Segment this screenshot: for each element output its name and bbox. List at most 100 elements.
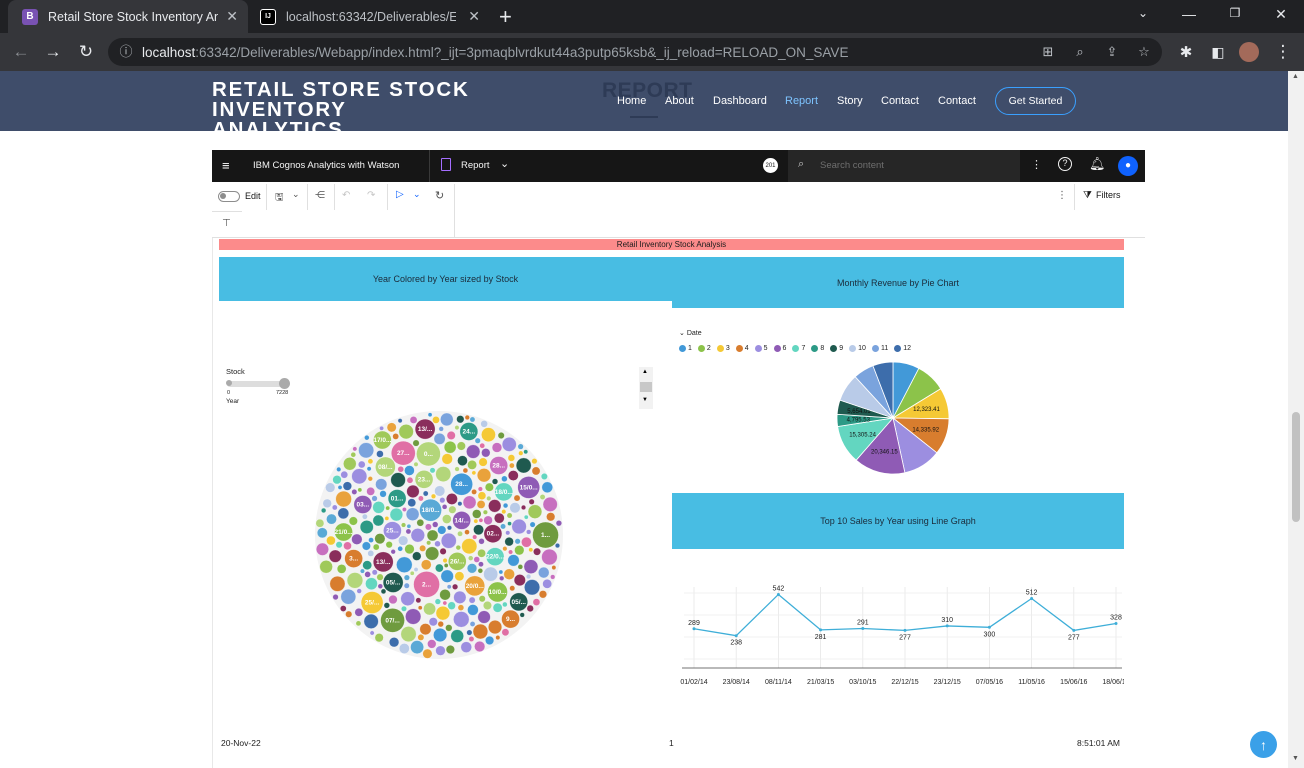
legend-label: 7 [801, 345, 806, 352]
format-painter-icon[interactable]: ⊤ [222, 218, 231, 229]
share-icon[interactable]: ⋲ [315, 190, 325, 201]
tab-localhost[interactable]: IJ localhost:63342/Deliverables/Em ✕ [250, 0, 490, 33]
search-box[interactable]: ⌕ Search content [788, 150, 1020, 182]
tab-title: Retail Store Stock Inventory Analy [48, 9, 218, 24]
redo-icon[interactable]: ↷ [367, 190, 375, 201]
stock-size-slider[interactable] [226, 378, 290, 389]
tab-search-icon[interactable]: ⌄ [1133, 6, 1153, 20]
close-tab-icon[interactable]: ✕ [468, 9, 480, 23]
bubble [422, 648, 433, 659]
forward-icon[interactable]: → [42, 41, 64, 63]
translate-icon[interactable]: ⊞ [1040, 44, 1056, 60]
back-icon[interactable]: ← [10, 41, 32, 63]
chrome-menu-icon[interactable]: ⋮ [1272, 41, 1294, 63]
address-bar[interactable]: ⓘ localhost:63342/Deliverables/Webapp/in… [108, 38, 1162, 66]
scroll-up-icon[interactable]: ▲ [1292, 73, 1299, 80]
bubble [340, 589, 356, 605]
bubble-label: 21/0... [335, 529, 353, 536]
bubble [427, 639, 437, 649]
legend-scrollbar[interactable]: ▲ ▼ [639, 367, 653, 409]
bookmark-star-icon[interactable]: ☆ [1136, 44, 1152, 60]
nav-story[interactable]: Story [837, 95, 863, 107]
pie-legend-item[interactable]: 2 [697, 345, 711, 352]
get-started-button[interactable]: Get Started [995, 87, 1076, 115]
nav-dashboard[interactable]: Dashboard [713, 95, 767, 107]
pie-legend-item[interactable]: 7 [792, 345, 805, 352]
stock-max-label: 7228 [276, 390, 289, 396]
chevron-down-icon[interactable]: ⌄ [413, 189, 421, 200]
bubble [326, 513, 337, 525]
pie-legend-item[interactable]: 6 [773, 345, 786, 352]
filters-label[interactable]: Filters [1096, 190, 1121, 200]
side-panel-icon[interactable]: ◧ [1207, 41, 1229, 63]
tab-retail-store[interactable]: B Retail Store Stock Inventory Analy ✕ [8, 0, 248, 33]
back-to-top-button[interactable]: ↑ [1250, 731, 1277, 758]
new-tab-button[interactable]: + [499, 4, 512, 30]
pie-legend-item[interactable]: 4 [735, 345, 749, 352]
chevron-down-icon[interactable]: ⌄ [292, 189, 300, 200]
share-icon[interactable]: ⇪ [1104, 44, 1120, 60]
extensions-icon[interactable]: ✱ [1175, 41, 1197, 63]
page-scrollbar[interactable]: ▲ ▼ [1288, 71, 1304, 768]
bubble [483, 515, 493, 525]
bubble [468, 636, 475, 642]
zoom-icon[interactable]: ⌕ [1072, 44, 1088, 60]
filter-icon[interactable]: ⧩ [1083, 190, 1092, 201]
pie-legend-item[interactable]: 5 [754, 345, 768, 352]
bubble [398, 424, 414, 440]
notification-badge[interactable]: 201 [763, 158, 778, 173]
bubble-label: 26/... [450, 558, 465, 565]
legend-scroll-thumb[interactable] [640, 382, 652, 392]
scroll-up-icon[interactable]: ▲ [642, 369, 648, 375]
page-scroll-thumb[interactable] [1292, 412, 1300, 522]
help-icon[interactable]: ? [1058, 157, 1072, 171]
more-options-icon[interactable]: ⋮ [1031, 158, 1042, 171]
bubble [367, 476, 373, 482]
scroll-down-icon[interactable]: ▼ [642, 397, 648, 403]
x-tick-label: 23/12/15 [934, 679, 961, 686]
url-text[interactable]: localhost:63342/Deliverables/Webapp/inde… [142, 45, 848, 60]
bubble [432, 521, 439, 528]
run-icon[interactable]: ▷ [396, 189, 404, 200]
bubble [450, 629, 464, 643]
close-tab-icon[interactable]: ✕ [226, 9, 238, 23]
bell-icon[interactable]: 🔔︎ [1089, 156, 1106, 172]
bubble [441, 453, 453, 465]
site-brand[interactable]: RETAIL STORE STOCK INVENTORY ANALYTICS [212, 79, 592, 140]
bubble [442, 558, 448, 563]
undo-icon[interactable]: ↶ [342, 190, 350, 201]
user-avatar-icon[interactable]: ● [1118, 156, 1138, 176]
profile-avatar[interactable] [1239, 42, 1259, 62]
nav-contact-2[interactable]: Contact [938, 95, 976, 107]
bubble [352, 446, 358, 452]
scroll-down-icon[interactable]: ▼ [1292, 755, 1299, 762]
more-options-icon[interactable]: ⋮ [1057, 190, 1067, 201]
report-type-label[interactable]: Report [461, 160, 490, 171]
restore-icon[interactable]: ❐ [1225, 6, 1245, 20]
bubble [407, 498, 416, 507]
refresh-icon[interactable]: ↻ [435, 189, 444, 202]
pie-chart: 12,323.41 14,335.92 20,346.15 15,305.24 4,79… [836, 361, 950, 475]
pie-legend-item[interactable]: 1 [679, 345, 692, 352]
reload-icon[interactable]: ↻ [75, 41, 97, 63]
bubble [531, 458, 538, 465]
minimize-icon[interactable]: — [1179, 6, 1199, 22]
pie-legend-item[interactable]: 3 [716, 345, 730, 352]
hamburger-icon[interactable]: ≡ [222, 158, 230, 173]
bubble-label: 02... [487, 531, 500, 538]
save-icon[interactable]: 🖫︎ [275, 190, 284, 207]
nav-contact[interactable]: Contact [881, 95, 919, 107]
legend-swatch [792, 345, 800, 352]
bubble [419, 545, 426, 552]
bubble [360, 568, 365, 574]
nav-home[interactable]: Home [617, 95, 646, 107]
nav-about[interactable]: About [665, 95, 694, 107]
edit-toggle[interactable] [218, 191, 240, 202]
chevron-down-icon[interactable]: ⌄ [500, 157, 509, 170]
bubble [462, 495, 477, 510]
info-icon[interactable]: ⓘ [118, 44, 134, 60]
line-point [776, 592, 780, 596]
close-window-icon[interactable]: ✕ [1271, 6, 1291, 23]
bubble [494, 512, 505, 524]
nav-report[interactable]: Report [785, 95, 818, 107]
